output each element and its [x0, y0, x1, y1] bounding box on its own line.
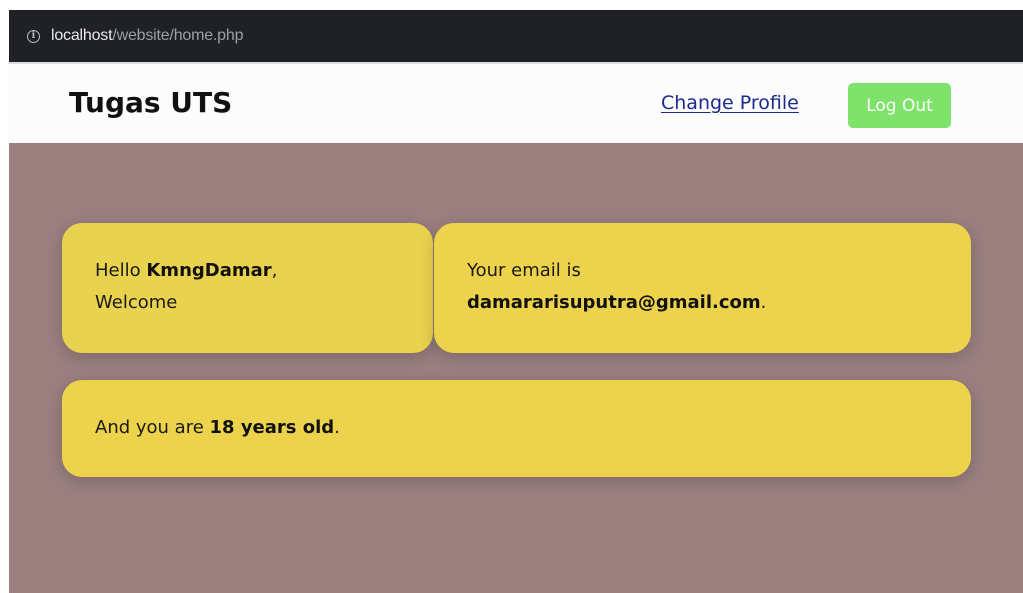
logout-button[interactable]: Log Out — [848, 83, 951, 128]
email-line: damararisuputra@gmail.com. — [467, 287, 971, 319]
email-value: damararisuputra@gmail.com — [467, 292, 761, 313]
greeting-line: Hello KmngDamar, — [95, 255, 433, 287]
url-text[interactable]: localhost/website/home.php — [51, 27, 243, 45]
info-icon[interactable]: i — [27, 29, 40, 43]
greeting-suffix: , — [271, 260, 278, 281]
navbar: Tugas UTS Change Profile Log Out — [9, 62, 1023, 143]
url-host: localhost — [51, 27, 113, 44]
email-label: Your email is — [467, 260, 581, 281]
username: KmngDamar — [146, 260, 272, 281]
age-line: And you are 18 years old. — [95, 412, 971, 444]
age-prefix: And you are — [95, 417, 210, 438]
welcome-text: Welcome — [95, 292, 178, 313]
age-suffix: . — [334, 417, 340, 438]
brand-title: Tugas UTS — [69, 86, 233, 119]
browser-viewport: i localhost/website/home.php Tugas UTS C… — [9, 10, 1023, 593]
age-card: And you are 18 years old. — [62, 380, 971, 477]
address-bar[interactable]: i localhost/website/home.php — [9, 10, 1023, 62]
greeting-card: Hello KmngDamar, Welcome — [62, 223, 433, 353]
email-card: Your email is damararisuputra@gmail.com. — [434, 223, 971, 353]
greeting-prefix: Hello — [95, 260, 147, 281]
change-profile-link[interactable]: Change Profile — [661, 92, 799, 114]
main-content: Hello KmngDamar, Welcome Your email is d… — [9, 143, 1023, 593]
age-value: 18 years old — [209, 417, 335, 438]
email-suffix: . — [760, 292, 767, 313]
url-path: /website/home.php — [112, 27, 244, 44]
